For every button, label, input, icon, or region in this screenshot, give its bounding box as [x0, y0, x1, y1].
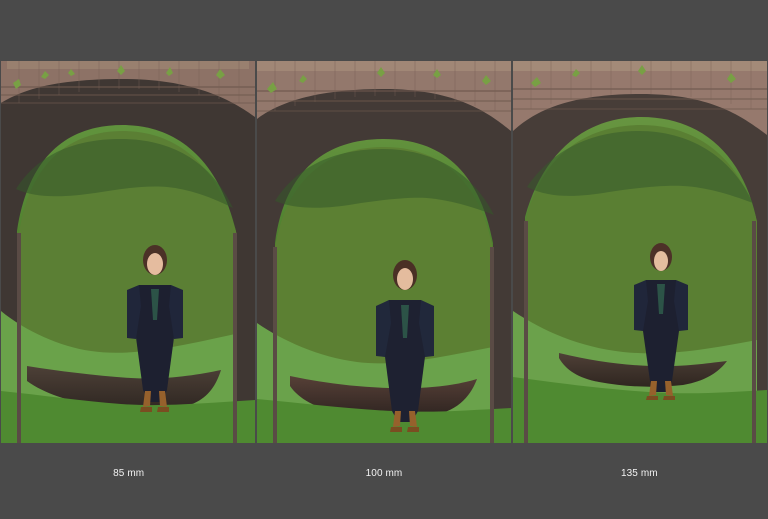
photo-gallery [0, 61, 768, 443]
caption-100mm: 100 mm [365, 468, 403, 479]
caption-row: 85 mm 100 mm 135 mm [0, 462, 768, 486]
photo-85mm [1, 61, 255, 443]
photo-panel-100mm[interactable] [257, 61, 511, 443]
caption-85mm: 85 mm [113, 468, 145, 479]
photo-135mm [513, 61, 767, 443]
photo-panel-85mm[interactable] [1, 61, 255, 443]
caption-135mm: 135 mm [620, 468, 658, 479]
photo-100mm [257, 61, 511, 443]
photo-panel-135mm[interactable] [513, 61, 767, 443]
